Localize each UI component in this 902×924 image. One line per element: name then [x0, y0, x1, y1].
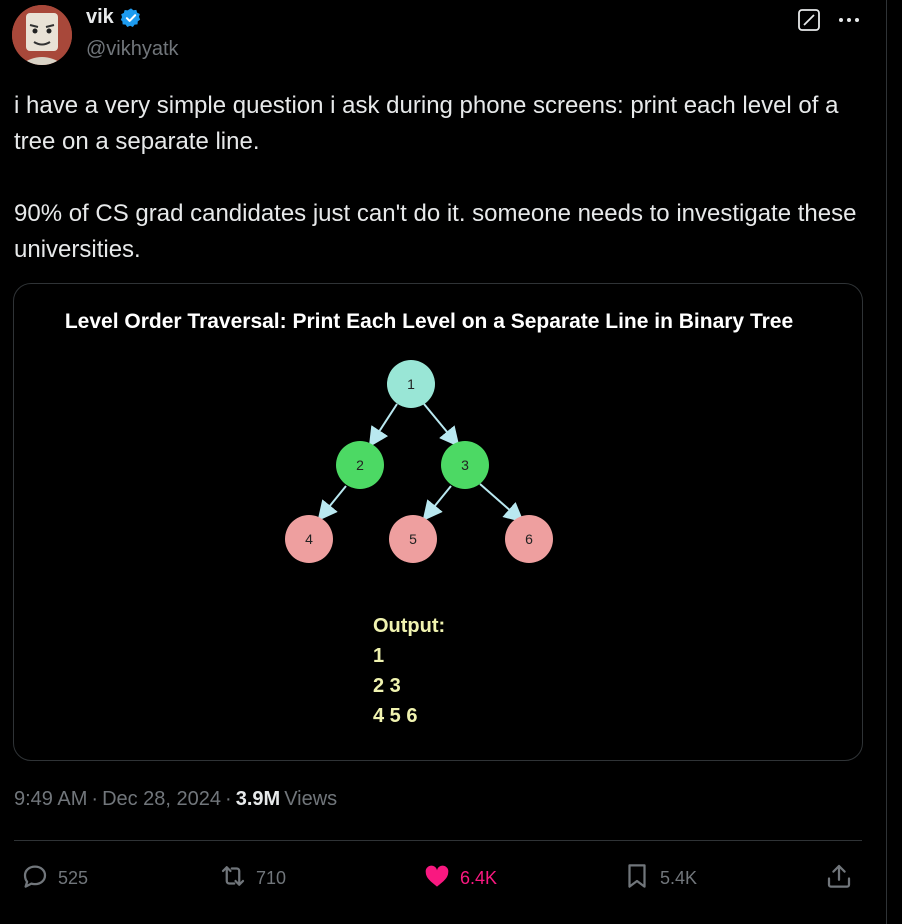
tree-node-6: 6 — [505, 515, 553, 563]
views-count: 3.9M — [235, 788, 281, 810]
like-button[interactable]: 6.4K — [422, 860, 497, 896]
tree-node-4: 4 — [285, 515, 333, 563]
repost-icon — [218, 861, 248, 896]
tree-node-2: 2 — [336, 441, 384, 489]
edge-3-5 — [422, 485, 452, 522]
author-handle[interactable]: @vikhyatk — [86, 38, 179, 61]
bookmark-button[interactable]: 5.4K — [622, 860, 697, 896]
tweet-meta: 9:49 AM · Dec 28, 2024 · 3.9M Views — [14, 788, 337, 811]
node-4-label: 4 — [305, 531, 313, 547]
author-name[interactable]: vik — [86, 6, 142, 29]
more-icon[interactable] — [836, 8, 862, 32]
output-line-1: 1 — [373, 645, 384, 667]
tree-diagram: Level Order Traversal: Print Each Level … — [65, 310, 793, 727]
edge-3-6 — [479, 483, 525, 523]
output-line-3: 4 5 6 — [373, 705, 417, 727]
bookmark-count: 5.4K — [660, 867, 698, 888]
node-6-label: 6 — [525, 531, 533, 547]
meta-separator: · — [91, 788, 99, 810]
diagram-title: Level Order Traversal: Print Each Level … — [65, 310, 793, 333]
tweet-time[interactable]: 9:49 AM — [14, 788, 87, 811]
node-5-label: 5 — [409, 531, 417, 547]
output-heading: Output: — [373, 615, 445, 637]
reply-button[interactable]: 525 — [20, 860, 88, 896]
tweet-paragraph-1: i have a very simple question i ask duri… — [14, 92, 839, 155]
edge-1-3 — [423, 403, 460, 448]
repost-count: 710 — [256, 867, 287, 888]
tree-node-3: 3 — [441, 441, 489, 489]
column-border — [886, 0, 887, 924]
verified-icon — [120, 7, 142, 29]
bookmark-icon — [622, 861, 652, 896]
node-2-label: 2 — [356, 457, 364, 473]
tweet-detail: vik @vikhyatk i have a very simple quest… — [0, 0, 902, 924]
grok-icon[interactable] — [797, 8, 821, 32]
tree-node-5: 5 — [389, 515, 437, 563]
like-icon — [422, 861, 452, 896]
tree-node-1: 1 — [387, 360, 435, 408]
node-3-label: 3 — [461, 457, 469, 473]
tweet-text: i have a very simple question i ask duri… — [14, 88, 874, 304]
output-line-2: 2 3 — [373, 675, 401, 697]
reply-count: 525 — [58, 867, 89, 888]
meta-separator: · — [225, 788, 232, 810]
repost-button[interactable]: 710 — [218, 860, 286, 896]
node-1-label: 1 — [407, 376, 415, 392]
reply-icon — [20, 861, 50, 896]
tweet-date[interactable]: Dec 28, 2024 — [102, 788, 221, 811]
tweet-paragraph-2: 90% of CS grad candidates just can't do … — [14, 200, 857, 263]
divider — [14, 840, 862, 841]
author-name-text[interactable]: vik — [86, 6, 114, 29]
like-count: 6.4K — [460, 867, 498, 888]
tweet-media-image[interactable]: Level Order Traversal: Print Each Level … — [13, 283, 863, 761]
avatar[interactable] — [12, 5, 72, 65]
share-icon — [824, 861, 854, 896]
output-block: Output: 1 2 3 4 5 6 — [373, 615, 445, 727]
edge-1-2 — [368, 403, 398, 448]
edge-2-4 — [317, 485, 347, 522]
share-button[interactable] — [824, 860, 854, 896]
views-label: Views — [284, 788, 338, 810]
